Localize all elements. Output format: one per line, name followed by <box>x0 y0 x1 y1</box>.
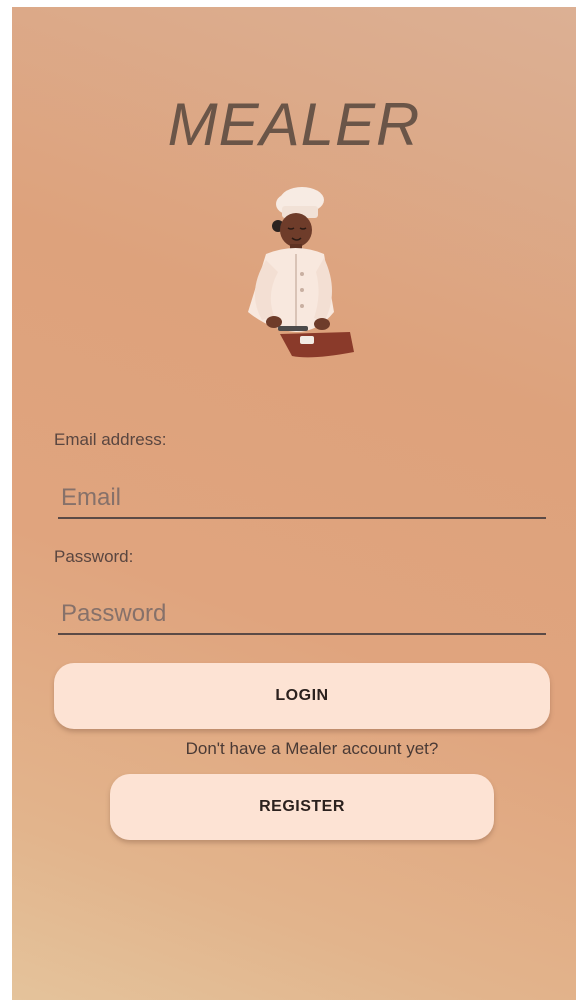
login-screen: MEALER Email address: Password: L <box>12 7 576 1000</box>
email-label: Email address: <box>54 430 167 449</box>
register-prompt: Don't have a Mealer account yet? <box>185 739 439 758</box>
password-field[interactable] <box>58 595 546 635</box>
password-label: Password: <box>54 547 134 566</box>
email-field[interactable] <box>58 479 546 519</box>
app-title: MEALER <box>167 91 421 158</box>
login-button[interactable]: LOGIN <box>54 663 550 729</box>
chef-cutting-illustration <box>248 187 354 358</box>
register-button[interactable]: REGISTER <box>110 774 494 840</box>
